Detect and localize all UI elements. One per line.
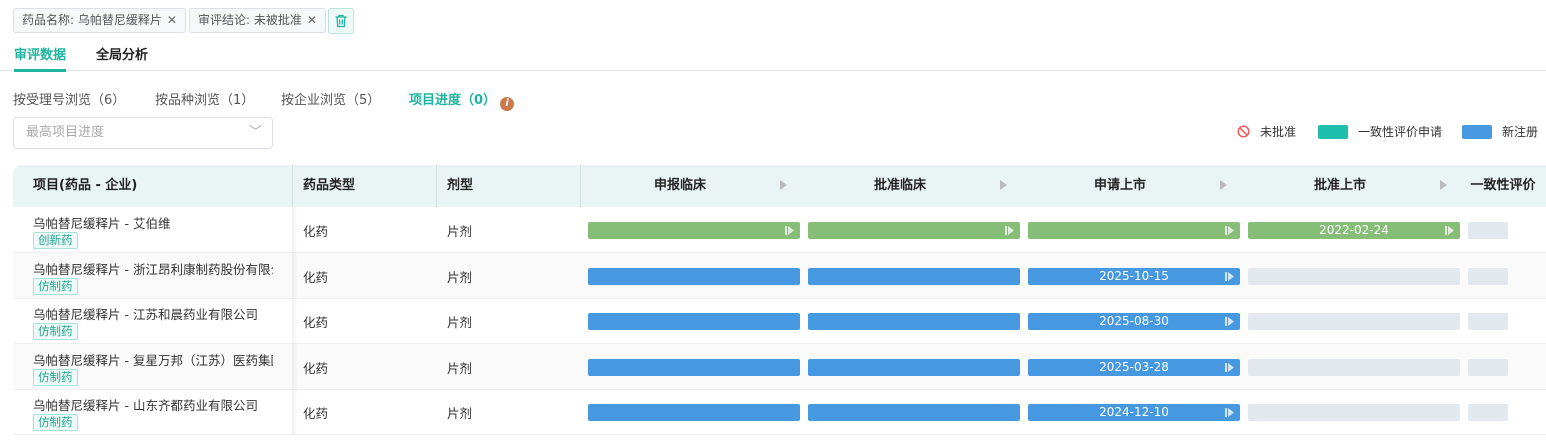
tab-review-data[interactable]: 审评数据 — [14, 44, 67, 72]
stage-bar[interactable] — [1248, 267, 1460, 285]
stage-bar[interactable] — [808, 404, 1020, 422]
play-arrow-icon — [1225, 362, 1234, 372]
subtab-by-variety[interactable]: 按品种浏览（1） — [155, 89, 254, 108]
play-arrow-icon — [1225, 317, 1234, 327]
play-arrow-icon — [1005, 226, 1014, 235]
filter-tag-drug-name: 药品名称: 乌帕替尼缓释片 ✕ — [13, 8, 186, 33]
drug-category-badge: 创新药 — [33, 232, 78, 249]
stage-bar[interactable] — [588, 358, 800, 376]
arrow-right-icon — [1220, 180, 1227, 190]
stage-bar[interactable]: 2025-10-15 — [1028, 267, 1240, 285]
stage-bar[interactable] — [1248, 358, 1460, 376]
legend-swatch-new — [1461, 124, 1492, 139]
project-name[interactable]: 乌帕替尼缓释片 - 江苏和晨药业有限公司 — [33, 304, 273, 323]
progress-select[interactable]: 最高项目进度 ﹀ — [13, 117, 273, 149]
dosage-form: 片剂 — [447, 224, 473, 239]
tab-global-analysis[interactable]: 全局分析 — [96, 44, 148, 63]
table-row[interactable]: 乌帕替尼缓释片 - 江苏和晨药业有限公司 仿制药 化药 片剂 2025-08-30 — [13, 298, 1546, 345]
stage-bar[interactable]: 2024-12-10 — [1028, 404, 1240, 422]
header-stage: 申报临床 — [653, 178, 706, 193]
close-icon[interactable]: ✕ — [167, 13, 177, 27]
header-stage: 批准临床 — [873, 178, 926, 193]
stage-bar[interactable] — [1468, 222, 1508, 239]
main-tabs: 审评数据 全局分析 — [0, 42, 1546, 72]
header-project: 项目(药品 - 企业) — [33, 178, 138, 193]
table-row[interactable]: 乌帕替尼缓释片 - 艾伯维 创新药 化药 片剂 2022-02-24 — [13, 207, 1546, 253]
subtab-by-company[interactable]: 按企业浏览（5） — [281, 89, 380, 108]
arrow-right-icon — [780, 180, 787, 190]
dosage-form: 片剂 — [447, 315, 473, 331]
trash-icon — [335, 14, 347, 28]
drug-category-badge: 仿制药 — [33, 414, 78, 432]
info-icon[interactable]: i — [500, 97, 515, 111]
close-icon[interactable]: ✕ — [307, 13, 317, 27]
stage-bar[interactable] — [588, 267, 800, 285]
progress-table: 项目(药品 - 企业) 药品类型 剂型 申报临床 批准临床 申请上市 批准上市 一致性评… — [13, 165, 1546, 436]
drug-type: 化药 — [303, 315, 329, 331]
arrow-right-icon — [1000, 180, 1007, 190]
play-arrow-icon — [1225, 408, 1234, 418]
stage-bar[interactable] — [808, 267, 1020, 285]
stage-bar[interactable] — [1248, 313, 1460, 331]
arrow-right-icon — [1440, 180, 1447, 190]
stage-bar[interactable] — [1468, 358, 1508, 376]
legend: 未批准 一致性评价申请 新注册 — [1237, 123, 1538, 140]
dosage-form: 片剂 — [447, 406, 473, 422]
drug-type: 化药 — [303, 269, 329, 285]
stage-bar[interactable] — [1468, 267, 1508, 285]
table-row[interactable]: 乌帕替尼缓释片 - 山东齐都药业有限公司 仿制药 化药 片剂 2024-12-10 — [13, 389, 1546, 436]
table-row[interactable]: 乌帕替尼缓释片 - 浙江昂利康制药股份有限公司 仿制药 化药 片剂 2025-10… — [13, 252, 1546, 299]
project-name[interactable]: 乌帕替尼缓释片 - 山东齐都药业有限公司 — [33, 395, 273, 414]
stage-bar[interactable] — [808, 358, 1020, 376]
legend-swatch-consistency — [1317, 124, 1348, 139]
play-arrow-icon — [1225, 271, 1234, 281]
stage-bar[interactable] — [1468, 404, 1508, 422]
stage-bar[interactable]: 2022-02-24 — [1248, 222, 1460, 239]
drug-type: 化药 — [303, 224, 329, 239]
stage-bar[interactable] — [1468, 313, 1508, 331]
stage-bar[interactable] — [588, 404, 800, 422]
drug-category-badge: 仿制药 — [33, 368, 78, 386]
header-stage: 一致性评价 — [1470, 178, 1536, 193]
stage-bar[interactable] — [808, 313, 1020, 331]
play-arrow-icon — [785, 226, 794, 235]
project-name[interactable]: 乌帕替尼缓释片 - 艾伯维 — [33, 213, 273, 232]
project-name[interactable]: 乌帕替尼缓释片 - 浙江昂利康制药股份有限公司 — [33, 259, 273, 278]
ban-icon — [1237, 125, 1250, 138]
filter-tag-conclusion: 审评结论: 未被批准 ✕ — [189, 8, 326, 33]
header-type: 药品类型 — [303, 178, 356, 193]
fixed-column-shadow — [292, 207, 298, 435]
dosage-form: 片剂 — [447, 360, 473, 376]
header-form: 剂型 — [447, 178, 474, 193]
dosage-form: 片剂 — [447, 269, 473, 285]
stage-bar[interactable] — [1248, 404, 1460, 422]
drug-type: 化药 — [303, 406, 329, 422]
chevron-down-icon: ﹀ — [248, 125, 262, 140]
play-arrow-icon — [1445, 226, 1454, 235]
stage-bar[interactable] — [588, 222, 800, 239]
subtab-project-progress[interactable]: 项目进度（0） i — [409, 89, 515, 111]
drug-category-badge: 仿制药 — [33, 277, 78, 295]
header-stage: 批准上市 — [1313, 178, 1366, 193]
project-name[interactable]: 乌帕替尼缓释片 - 复星万邦（江苏）医药集团有限公司 — [33, 350, 273, 369]
clear-filters-button[interactable] — [328, 8, 354, 34]
stage-bar[interactable]: 2025-03-28 — [1028, 358, 1240, 376]
drug-category-badge: 仿制药 — [33, 323, 78, 341]
table-header: 项目(药品 - 企业) 药品类型 剂型 申报临床 批准临床 申请上市 批准上市 一致性评… — [13, 165, 1546, 207]
play-arrow-icon — [1225, 226, 1234, 235]
stage-bar[interactable]: 2025-08-30 — [1028, 313, 1240, 331]
subtab-by-acceptance[interactable]: 按受理号浏览（6） — [13, 89, 125, 108]
table-row[interactable]: 乌帕替尼缓释片 - 复星万邦（江苏）医药集团有限公司 仿制药 化药 片剂 2025… — [13, 343, 1546, 390]
header-stage: 申请上市 — [1093, 178, 1146, 193]
stage-bar[interactable] — [588, 313, 800, 331]
drug-type: 化药 — [303, 360, 329, 376]
stage-bar[interactable] — [808, 222, 1020, 239]
stage-bar[interactable] — [1028, 222, 1240, 239]
